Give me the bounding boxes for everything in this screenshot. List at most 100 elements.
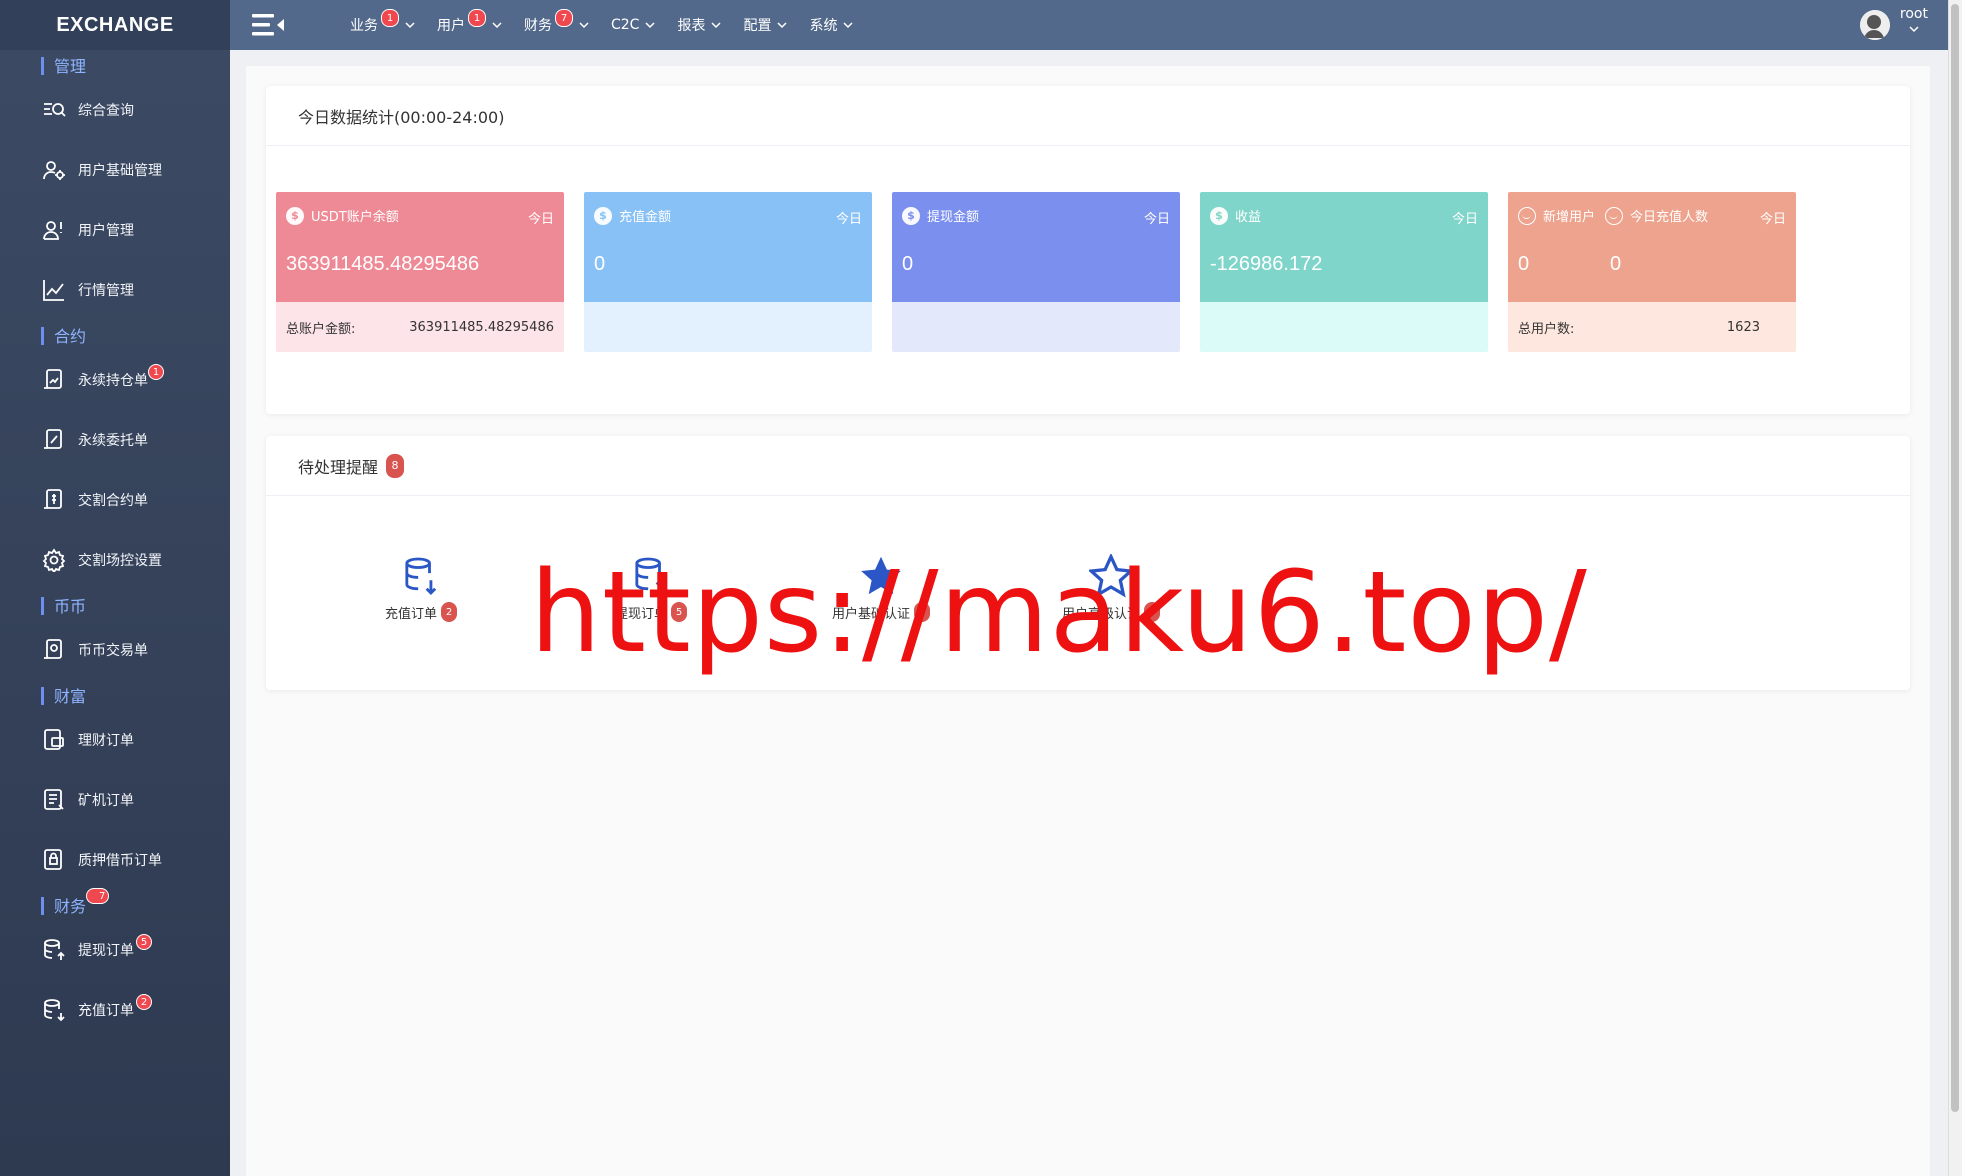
topnav-label: C2C: [611, 17, 640, 33]
card-tag: 今日: [1143, 212, 1170, 227]
star-filled-icon: [861, 556, 901, 595]
stat-card-users: 新增用户 今日充值人数 今日 0 0 总用户数: 1623: [1508, 192, 1796, 352]
chevron-down-icon: [777, 22, 787, 29]
count-badge: 2: [441, 602, 457, 622]
panel-title: 今日数据统计(00:00-24:00): [266, 86, 1910, 146]
scrollbar-thumb[interactable]: [1951, 4, 1959, 1112]
card-foot-value: 1623: [1726, 319, 1760, 335]
pending-item-advanced-verify[interactable]: 用户高级认证 0: [996, 552, 1226, 622]
pending-item-basic-verify[interactable]: 用户基础认证 0: [766, 552, 996, 622]
topnav-label: 报表: [677, 18, 706, 34]
card-foot-label: 总账户金额:: [286, 321, 356, 337]
top-nav: 业务 1 用户 1 财务 7 C2C 报表 配置 系统: [350, 0, 875, 50]
pending-label: 用户基础认证: [831, 606, 910, 622]
card-value-2: 0: [1610, 253, 1622, 275]
search-list-icon: [42, 98, 66, 122]
sidebar-item-withdraw-orders[interactable]: 提现订单 5: [0, 920, 230, 980]
sidebar-item-user-basic[interactable]: 用户基础管理: [0, 140, 230, 200]
sidebar-item-deposit-orders[interactable]: 充值订单 2: [0, 980, 230, 1040]
notification-badge: 7: [86, 888, 110, 904]
doc-wallet-icon: [42, 728, 66, 752]
topnav-reports[interactable]: 报表: [677, 0, 721, 50]
sidebar-item-label: 质押借币订单: [78, 853, 162, 869]
topnav-label: 业务: [350, 18, 378, 34]
doc-lock-icon: [42, 848, 66, 872]
pending-label: 提现订单: [614, 606, 667, 622]
scrollbar[interactable]: [1948, 0, 1962, 1176]
card-value: 0: [594, 253, 606, 275]
database-up-icon: [635, 557, 667, 593]
user-gear-icon: [42, 158, 66, 182]
dollar-coin-icon: $: [594, 206, 612, 225]
topnav-label: 财务: [524, 18, 552, 34]
sidebar-item-delivery-orders[interactable]: 交割合约单: [0, 470, 230, 530]
username: root: [1899, 6, 1928, 22]
dollar-coin-icon: $: [1210, 206, 1228, 225]
database-down-icon: [42, 998, 66, 1022]
sidebar-item-pledge-orders[interactable]: 质押借币订单: [0, 830, 230, 890]
topnav-users[interactable]: 用户 1: [437, 0, 502, 50]
smile-icon: [1518, 206, 1536, 225]
user-alert-icon: [42, 218, 66, 242]
sidebar-item-delivery-control[interactable]: 交割场控设置: [0, 530, 230, 590]
section-spot: 币币: [0, 590, 230, 620]
section-title: 合约: [54, 327, 87, 346]
stat-card-profit: $ 收益 今日 -126986.172: [1200, 192, 1488, 352]
user-menu[interactable]: root: [1859, 6, 1928, 40]
today-stats-panel: 今日数据统计(00:00-24:00) $ USDT账户余额 今日 3639114…: [266, 86, 1910, 414]
sidebar-item-user-manage[interactable]: 用户管理: [0, 200, 230, 260]
sidebar-item-label: 矿机订单: [78, 793, 134, 809]
sidebar-item-miner-orders[interactable]: 矿机订单: [0, 770, 230, 830]
stat-card-usdt-balance: $ USDT账户余额 今日 363911485.48295486 总账户金额: 3…: [276, 192, 564, 352]
card-value: 0: [902, 253, 914, 275]
card-title: USDT账户余额: [311, 210, 399, 225]
sidebar-item-finance-orders[interactable]: 理财订单: [0, 710, 230, 770]
sidebar-item-perpetual-positions[interactable]: 永续持仓单 1: [0, 350, 230, 410]
sidebar-item-label: 综合查询: [78, 103, 134, 119]
chevron-down-icon: [579, 22, 589, 29]
topnav-business[interactable]: 业务 1: [350, 0, 415, 50]
chevron-down-icon: [711, 22, 721, 29]
main-content: 今日数据统计(00:00-24:00) $ USDT账户余额 今日 3639114…: [246, 66, 1930, 1176]
sidebar-item-overview-query[interactable]: 综合查询: [0, 80, 230, 140]
sidebar-item-market[interactable]: 行情管理: [0, 260, 230, 320]
gear-icon: [42, 548, 66, 572]
database-down-icon: [405, 557, 437, 596]
sidebar: EXCHANGE 管理 综合查询 用户基础管理 用户管理 行情管理 合约 永续持…: [0, 0, 230, 1176]
card-title: 提现金额: [927, 210, 980, 225]
topnav-finance[interactable]: 财务 7: [524, 0, 589, 50]
pending-list: 充值订单 2 提现订单 5 用户基础认证 0 用户高级认证 0: [306, 552, 1226, 622]
pending-item-deposit[interactable]: 充值订单 2: [306, 552, 536, 622]
section-title: 财富: [54, 687, 87, 706]
sidebar-item-label: 永续委托单: [78, 433, 148, 449]
card-tag: 今日: [1451, 212, 1478, 227]
avatar: [1859, 10, 1890, 40]
doc-chart-icon: [42, 368, 66, 392]
topnav-label: 配置: [743, 18, 772, 34]
pending-item-withdraw[interactable]: 提现订单 5: [536, 552, 766, 622]
chevron-down-icon: [405, 22, 415, 29]
sidebar-item-label: 币币交易单: [78, 643, 148, 659]
pending-label: 充值订单: [384, 606, 437, 622]
notification-badge: 7: [555, 9, 573, 27]
pending-label: 用户高级认证: [1061, 606, 1140, 622]
sidebar-item-perpetual-orders[interactable]: 永续委托单: [0, 410, 230, 470]
topnav-c2c[interactable]: C2C: [611, 0, 655, 50]
card-tag: 今日: [1759, 212, 1786, 227]
menu-toggle-button[interactable]: [250, 10, 290, 40]
topnav-config[interactable]: 配置: [743, 0, 787, 50]
count-badge: 5: [671, 602, 687, 622]
card-title-2: 今日充值人数: [1630, 210, 1709, 225]
sidebar-item-label: 交割合约单: [78, 493, 148, 509]
topbar: 业务 1 用户 1 财务 7 C2C 报表 配置 系统 root: [230, 0, 1948, 50]
doc-pen-icon: [42, 428, 66, 452]
card-title: 收益: [1235, 210, 1262, 225]
topnav-system[interactable]: 系统: [809, 0, 853, 50]
section-contract: 合约: [0, 320, 230, 350]
card-value: -126986.172: [1210, 253, 1323, 275]
smile-icon: [1605, 206, 1624, 225]
sidebar-item-label: 提现订单: [78, 943, 134, 959]
notification-badge: 1: [468, 9, 486, 27]
sidebar-item-spot-orders[interactable]: 币币交易单: [0, 620, 230, 680]
count-badge: 0: [914, 602, 930, 622]
